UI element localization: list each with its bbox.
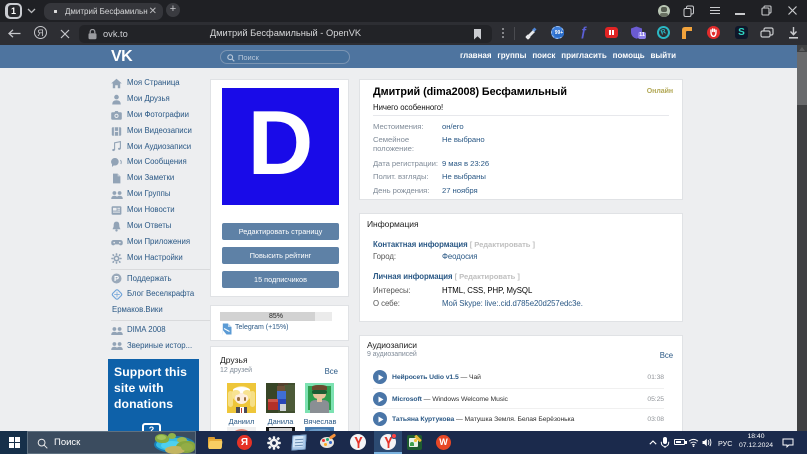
svg-text:P: P: [114, 274, 119, 283]
